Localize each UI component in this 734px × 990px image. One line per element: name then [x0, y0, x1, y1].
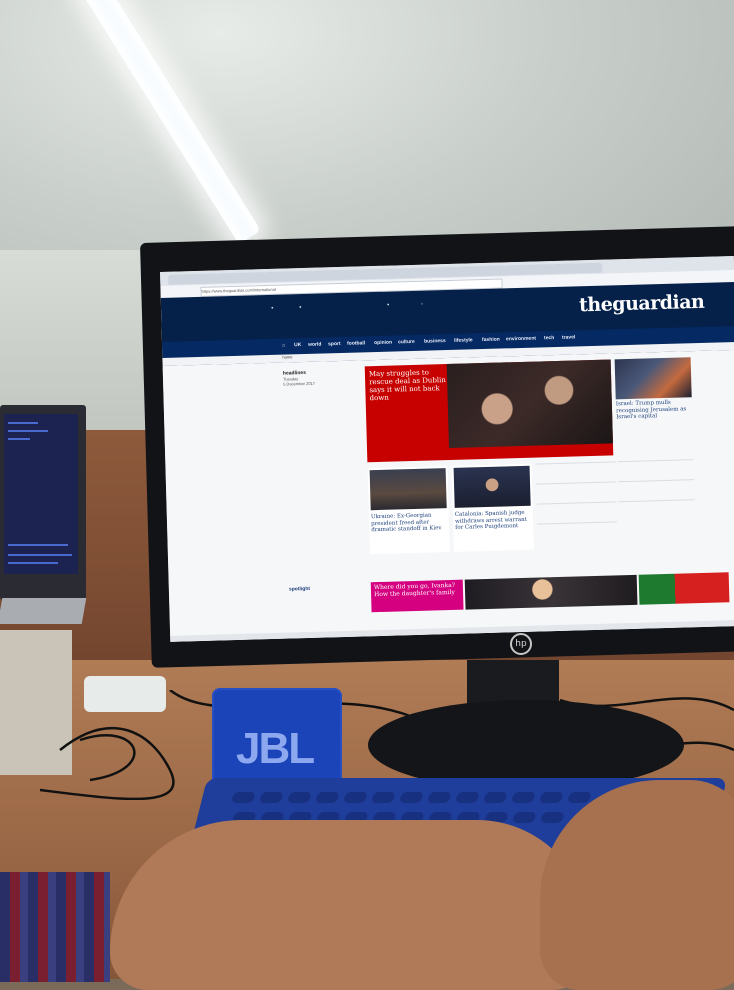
browser-tab[interactable] — [312, 269, 363, 281]
mini-story[interactable] — [618, 479, 695, 485]
key[interactable] — [482, 792, 508, 803]
key[interactable] — [258, 792, 284, 803]
key[interactable] — [566, 792, 592, 803]
guardian-top-link[interactable]: ● — [299, 304, 302, 309]
browser-tab[interactable] — [360, 268, 411, 280]
nav-item[interactable]: travel — [562, 334, 576, 340]
key[interactable] — [510, 792, 536, 803]
side-laptop-base — [0, 598, 87, 624]
side-story-headline[interactable]: Israel: Trump mulls recognising Jerusale… — [616, 399, 693, 421]
shirt-sleeve — [0, 872, 110, 982]
jbl-logo: JBL — [236, 724, 315, 773]
story-card-photo[interactable] — [369, 468, 447, 511]
nav-item[interactable]: culture — [398, 339, 415, 345]
key[interactable] — [398, 792, 424, 803]
left-hand — [110, 820, 590, 990]
mini-story[interactable] — [536, 481, 617, 487]
nav-item[interactable]: tech — [544, 335, 554, 341]
nav-item[interactable]: UK — [294, 342, 301, 348]
key[interactable] — [230, 792, 256, 803]
monitor-screen: https://www.theguardian.com/internationa… — [160, 255, 734, 642]
key[interactable] — [511, 812, 537, 823]
guardian-top-link[interactable]: ● — [271, 305, 274, 310]
mini-story[interactable] — [535, 461, 616, 467]
guardian-logo[interactable]: theguardian — [579, 291, 705, 316]
lead-photo[interactable] — [446, 359, 613, 448]
key[interactable] — [314, 792, 340, 803]
nav-item[interactable]: sport — [328, 341, 341, 347]
browser-tab[interactable] — [168, 273, 219, 285]
section-date: 5 December 2017 — [283, 380, 316, 387]
key[interactable] — [454, 792, 480, 803]
terminal-text — [8, 422, 72, 564]
mini-story[interactable] — [617, 459, 694, 465]
story-card-headline[interactable]: Ukraine: Ex-Georgian president freed aft… — [371, 512, 448, 534]
spotlight-photo[interactable] — [464, 574, 638, 610]
spotlight-flag-photo[interactable] — [638, 572, 730, 605]
nav-item[interactable]: fashion — [482, 337, 500, 343]
key[interactable] — [426, 792, 452, 803]
browser-tab[interactable] — [264, 270, 315, 283]
guardian-top-link[interactable]: ● — [387, 302, 390, 307]
nav-item[interactable]: environment — [506, 336, 536, 343]
mini-story[interactable] — [537, 521, 618, 527]
nav-item[interactable]: opinion — [374, 340, 392, 347]
side-laptop-screen — [4, 414, 78, 574]
browser-tab[interactable] — [407, 266, 459, 279]
story-card-headline[interactable]: Catalonia: Spanish judge withdraws arres… — [455, 510, 532, 532]
monitor-stand-base — [368, 700, 684, 790]
key[interactable] — [538, 792, 564, 803]
key[interactable] — [539, 812, 565, 823]
lead-headline[interactable]: May struggles to rescue deal as Dublin s… — [369, 368, 448, 403]
search-icon[interactable]: ⌕ — [421, 301, 423, 306]
nav-home-icon[interactable]: ⌂ — [282, 343, 285, 349]
nav-item[interactable]: world — [308, 342, 322, 348]
browser-tab[interactable] — [216, 272, 267, 284]
browser-tab[interactable] — [503, 263, 555, 276]
story-card-photo[interactable] — [453, 465, 531, 508]
browser-tab[interactable] — [455, 265, 507, 277]
nav-item[interactable]: football — [347, 340, 365, 347]
browser-tab[interactable] — [551, 262, 603, 275]
nav-item[interactable]: business — [424, 338, 446, 345]
hp-logo-icon: hp — [510, 633, 532, 655]
key[interactable] — [286, 792, 312, 803]
mini-story[interactable] — [536, 501, 617, 507]
nav-item[interactable]: lifestyle — [454, 337, 473, 344]
side-story-photo[interactable] — [614, 357, 692, 400]
guardian-content: headlines Tuesday 5 December 2017 May st… — [162, 349, 734, 642]
mini-story[interactable] — [618, 499, 695, 505]
spotlight-label: spotlight — [288, 585, 311, 593]
spotlight-headline[interactable]: Where did you go, Ivanka? How the daught… — [374, 582, 462, 598]
key[interactable] — [370, 792, 396, 803]
key[interactable] — [342, 792, 368, 803]
